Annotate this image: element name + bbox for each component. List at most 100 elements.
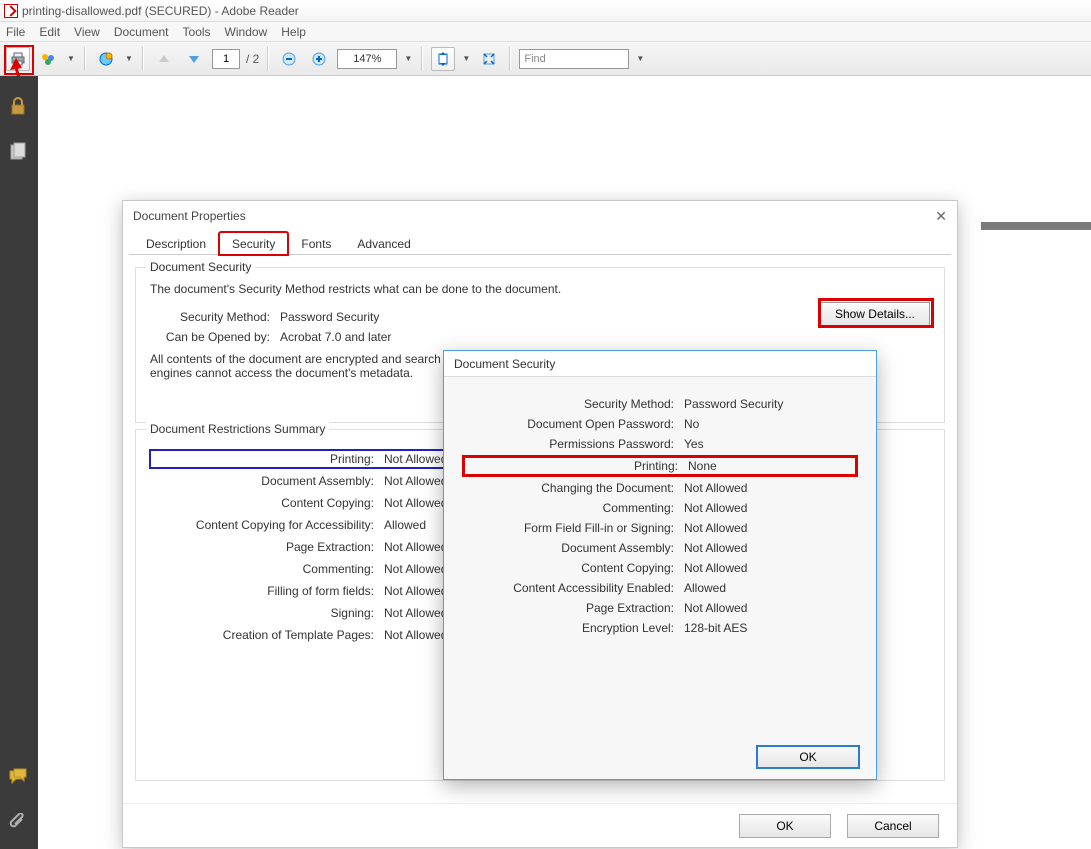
side-panel	[0, 76, 38, 849]
ok-button[interactable]: OK	[756, 745, 860, 769]
detail-row: Document Assembly:Not Allowed	[464, 541, 856, 555]
detail-value: Password Security	[684, 397, 783, 411]
scroll-mode-button[interactable]	[431, 47, 455, 71]
lock-icon[interactable]	[8, 96, 30, 118]
zoom-in-button[interactable]	[307, 47, 331, 71]
separator	[421, 47, 423, 71]
collab-icon	[40, 51, 56, 67]
detail-row: Security Method: Password Security	[464, 397, 856, 411]
tab-fonts[interactable]: Fonts	[288, 232, 344, 255]
detail-label: Form Field Fill-in or Signing:	[464, 521, 674, 535]
menu-help[interactable]: Help	[281, 25, 306, 39]
tab-advanced[interactable]: Advanced	[344, 232, 423, 255]
zoom-select[interactable]: 147%	[337, 49, 397, 69]
dialog-titlebar: Document Properties ✕	[123, 201, 957, 231]
detail-row: Form Field Fill-in or Signing:Not Allowe…	[464, 521, 856, 535]
separator	[84, 47, 86, 71]
menu-edit[interactable]: Edit	[39, 25, 60, 39]
security-method-value: Password Security	[280, 310, 379, 324]
detail-row: Document Open Password:No	[464, 417, 856, 431]
encrypted-note: All contents of the document are encrypt…	[150, 352, 460, 380]
dialog-footer: OK Cancel	[123, 803, 957, 847]
print-button[interactable]	[6, 47, 30, 71]
find-dropdown[interactable]: ▼	[635, 54, 645, 63]
restriction-label: Page Extraction:	[154, 540, 374, 554]
zoom-out-button[interactable]	[277, 47, 301, 71]
detail-row: Commenting:Not Allowed	[464, 501, 856, 515]
find-placeholder: Find	[524, 53, 545, 65]
minus-icon	[282, 52, 296, 66]
page-number-input[interactable]	[212, 49, 240, 69]
detail-label: Document Open Password:	[464, 417, 674, 431]
plus-icon	[312, 52, 326, 66]
nav-dropdown[interactable]: ▼	[124, 54, 134, 63]
tab-security[interactable]: Security	[219, 232, 288, 255]
restriction-row: Filling of form fields:Not Allowed	[150, 582, 470, 600]
toolbar: ▼ ▼ / 2 147% ▼ ▼ Find ▼	[0, 42, 1091, 76]
detail-label: Permissions Password:	[464, 437, 674, 451]
dialog2-footer: OK	[756, 745, 860, 769]
show-details-button[interactable]: Show Details...	[820, 302, 930, 326]
page-shadow	[981, 222, 1091, 230]
menubar: File Edit View Document Tools Window Hel…	[0, 22, 1091, 42]
detail-value: Not Allowed	[684, 501, 747, 515]
detail-label: Security Method:	[464, 397, 674, 411]
restriction-row: Page Extraction: Not Allowed	[150, 538, 470, 556]
zoom-value: 147%	[353, 53, 381, 65]
close-icon[interactable]: ✕	[935, 208, 947, 225]
pages-icon[interactable]	[8, 142, 30, 164]
fit-page-button[interactable]	[477, 47, 501, 71]
detail-label: Content Accessibility Enabled:	[464, 581, 674, 595]
group-title: Document Security	[146, 260, 255, 274]
restriction-label: Content Copying:	[154, 496, 374, 510]
detail-row: Content Accessibility Enabled: Allowed	[464, 581, 856, 595]
detail-label: Encryption Level:	[464, 621, 674, 635]
tab-description[interactable]: Description	[133, 232, 219, 255]
menu-view[interactable]: View	[74, 25, 100, 39]
restriction-label: Printing:	[154, 452, 374, 466]
group-title: Document Restrictions Summary	[146, 422, 329, 436]
menu-file[interactable]: File	[6, 25, 25, 39]
menu-tools[interactable]: Tools	[183, 25, 211, 39]
nav-button[interactable]	[94, 47, 118, 71]
page-down-button[interactable]	[182, 47, 206, 71]
restriction-value: Not Allowed	[384, 562, 447, 576]
printer-icon	[10, 51, 26, 67]
restriction-value: Not Allowed	[384, 540, 447, 554]
opened-by-value: Acrobat 7.0 and later	[280, 330, 391, 344]
detail-label: Content Copying:	[464, 561, 674, 575]
detail-row: Permissions Password:Yes	[464, 437, 856, 451]
menu-window[interactable]: Window	[225, 25, 268, 39]
detail-value: Not Allowed	[684, 541, 747, 555]
dialog-title: Document Properties	[133, 209, 246, 223]
detail-label: Changing the Document:	[464, 481, 674, 495]
restriction-label: Filling of form fields:	[154, 584, 374, 598]
collab-button[interactable]	[36, 47, 60, 71]
page-total: / 2	[246, 52, 259, 66]
separator	[142, 47, 144, 71]
detail-value: 128-bit AES	[684, 621, 747, 635]
detail-row: Printing:None	[464, 457, 856, 475]
restriction-row: Creation of Template Pages:Not Allowed	[150, 626, 470, 644]
detail-value: Not Allowed	[684, 561, 747, 575]
dialog-tabs: Description Security Fonts Advanced	[129, 231, 951, 255]
attachment-icon[interactable]	[8, 813, 30, 835]
collab-dropdown[interactable]: ▼	[66, 54, 76, 63]
page-up-button[interactable]	[152, 47, 176, 71]
comments-icon[interactable]	[8, 767, 30, 789]
detail-label: Page Extraction:	[464, 601, 674, 615]
zoom-dropdown[interactable]: ▼	[403, 54, 413, 63]
opened-by-label: Can be Opened by:	[150, 330, 270, 344]
restriction-label: Creation of Template Pages:	[154, 628, 374, 642]
menu-document[interactable]: Document	[114, 25, 169, 39]
titlebar: printing-disallowed.pdf (SECURED) - Adob…	[0, 0, 1091, 22]
restriction-row: Commenting: Not Allowed	[150, 560, 470, 578]
dialog2-body: Security Method: Password Security Documen…	[444, 377, 876, 635]
restriction-row: Content Copying:Not Allowed	[150, 494, 470, 512]
find-input[interactable]: Find	[519, 49, 629, 69]
detail-value: Allowed	[684, 581, 726, 595]
scroll-dropdown[interactable]: ▼	[461, 54, 471, 63]
restriction-label: Commenting:	[154, 562, 374, 576]
ok-button[interactable]: OK	[739, 814, 831, 838]
cancel-button[interactable]: Cancel	[847, 814, 939, 838]
